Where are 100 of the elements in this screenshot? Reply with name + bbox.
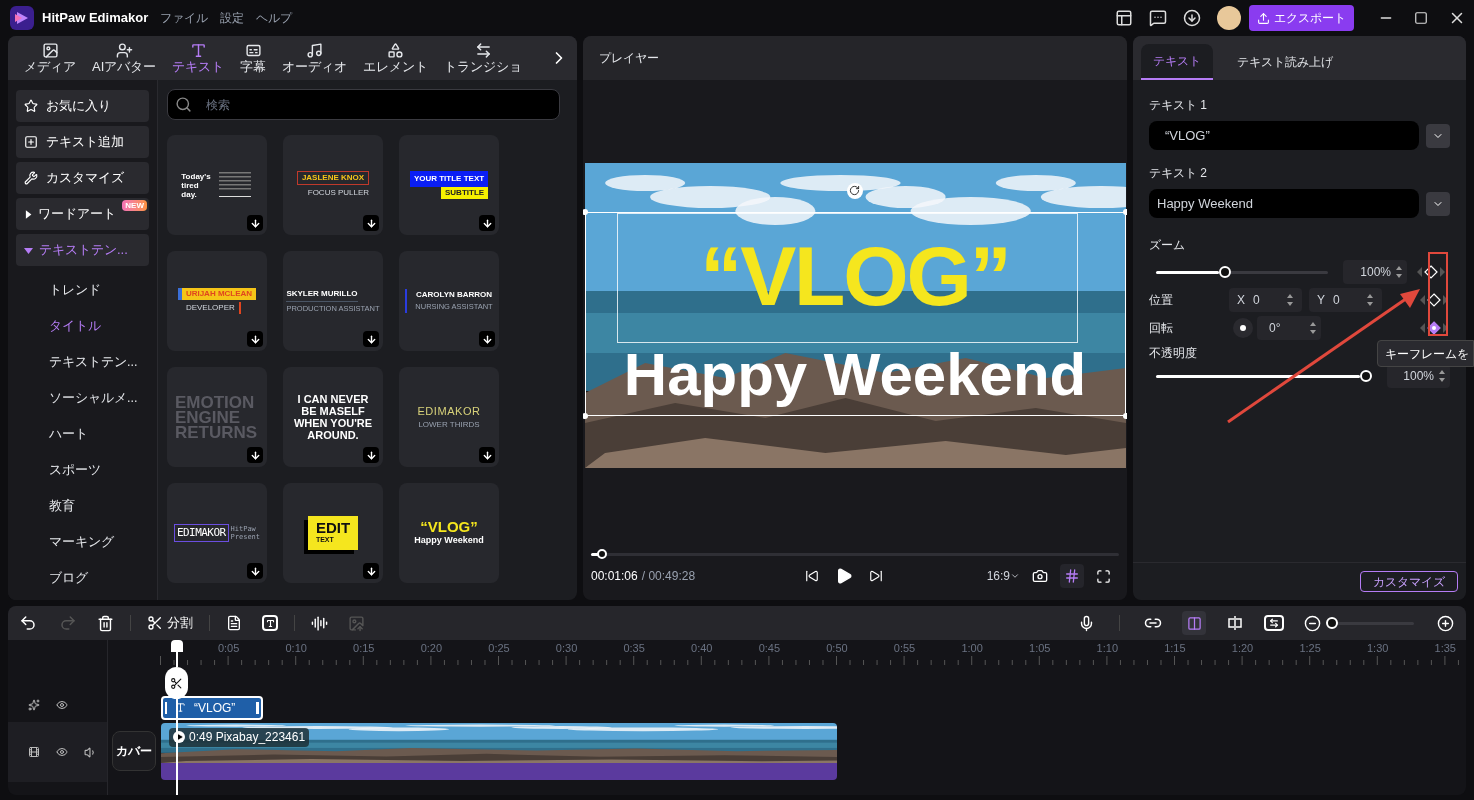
y-field[interactable]: Y 0: [1309, 288, 1382, 312]
menu-item[interactable]: ファイル: [160, 9, 209, 27]
category-item[interactable]: ハート: [8, 416, 157, 452]
stepper-icon[interactable]: [1366, 292, 1374, 308]
resize-handle[interactable]: [1122, 412, 1127, 419]
maximize-icon[interactable]: [1414, 11, 1428, 25]
rotation-field[interactable]: 0°: [1257, 316, 1321, 340]
selection-frame[interactable]: [584, 211, 1126, 416]
zoom-in-icon[interactable]: [1437, 614, 1454, 632]
video-track-icon[interactable]: [28, 746, 40, 758]
next-keyframe-icon[interactable]: [1443, 295, 1448, 305]
template-card[interactable]: YOUR TITLE TEXT SUBTITLE: [399, 135, 499, 235]
grid-button[interactable]: [1060, 564, 1084, 588]
template-card[interactable]: I CAN NEVER BE MASELF WHEN YOU'RE AROUND.: [283, 367, 383, 467]
subtitle-icon[interactable]: [226, 615, 242, 631]
stepper-icon[interactable]: [1395, 264, 1403, 280]
text-clip[interactable]: “VLOG”: [161, 695, 263, 720]
media-tab[interactable]: テキスト: [164, 41, 233, 75]
next-keyframe-icon[interactable]: [1443, 323, 1448, 333]
resize-handle[interactable]: [1122, 208, 1127, 215]
snapshot-icon[interactable]: [1032, 568, 1048, 584]
feedback-icon[interactable]: [1149, 9, 1167, 27]
video-clip[interactable]: 0:49 Pixabay_223461: [161, 722, 837, 780]
text-box-icon[interactable]: [262, 615, 278, 631]
split-button[interactable]: 分割: [147, 613, 193, 633]
category-item[interactable]: ブログ: [8, 560, 157, 596]
sidebar-item[interactable]: テキスト追加: [16, 126, 149, 158]
download-icon[interactable]: [1183, 9, 1201, 27]
aspect-ratio-dropdown[interactable]: 16:9: [986, 567, 1020, 585]
text-field[interactable]: Happy Weekend: [1149, 189, 1420, 218]
media-tab[interactable]: AIアバター: [84, 41, 165, 75]
category-item[interactable]: マーキング: [8, 524, 157, 560]
category-item[interactable]: ソーシャルメ...: [8, 380, 157, 416]
sidebar-group[interactable]: テキストテン...: [16, 234, 149, 266]
media-tab[interactable]: オーディオ: [274, 41, 356, 75]
previous-frame-icon[interactable]: [804, 569, 819, 583]
x-field[interactable]: X 0: [1229, 288, 1302, 312]
audio-wave-icon[interactable]: [311, 614, 328, 632]
fullscreen-icon[interactable]: [1096, 568, 1111, 584]
inspector-tab[interactable]: テキスト: [1141, 44, 1213, 80]
stepper-icon[interactable]: [1438, 368, 1446, 384]
visibility-icon[interactable]: [56, 746, 68, 758]
slider-thumb[interactable]: [1359, 369, 1372, 382]
media-tab[interactable]: エレメント: [355, 41, 437, 75]
slider-thumb[interactable]: [1218, 265, 1231, 278]
rotation-dial[interactable]: [1233, 318, 1253, 338]
category-item[interactable]: 教育: [8, 488, 157, 524]
menu-item[interactable]: ヘルプ: [256, 9, 293, 27]
dropdown-button[interactable]: [1426, 191, 1450, 216]
search-field[interactable]: 検索: [167, 89, 560, 120]
fit-icon[interactable]: [1264, 615, 1284, 631]
media-tab[interactable]: メディア: [16, 41, 84, 75]
next-frame-icon[interactable]: [868, 569, 883, 583]
selection-frame[interactable]: [616, 212, 1078, 343]
export-button[interactable]: エクスポート: [1249, 5, 1354, 31]
media-tab[interactable]: トランジショ: [436, 41, 531, 75]
add-text-icon: [24, 135, 38, 149]
template-card[interactable]: “VLOG” Happy Weekend: [399, 483, 499, 583]
video-subtitle-text[interactable]: Happy Weekend: [623, 344, 1087, 405]
magnet-button[interactable]: [1182, 611, 1206, 635]
dropdown-button[interactable]: [1426, 123, 1450, 148]
sidebar-item[interactable]: お気に入り: [16, 90, 149, 122]
template-card[interactable]: EDIMAKOR LOWER THIRDS: [399, 367, 499, 467]
text-field[interactable]: “VLOG”: [1149, 121, 1420, 150]
zoom-value-field[interactable]: 100%: [1343, 260, 1407, 284]
inspector-tab[interactable]: テキスト読み上げ: [1225, 44, 1345, 80]
sidebar-item[interactable]: カスタマイズ: [16, 162, 149, 194]
template-card[interactable]: URIJAH MCLEAN DEVELOPER: [167, 251, 267, 351]
template-card[interactable]: JASLENE KNOX FOCUS PULLER: [283, 135, 383, 235]
visibility-icon[interactable]: [56, 699, 68, 711]
split-handle[interactable]: [165, 667, 188, 699]
effects-icon[interactable]: [28, 699, 40, 711]
template-card[interactable]: Today's tired day.: [167, 135, 267, 235]
resize-handle[interactable]: [583, 412, 588, 419]
layout-icon[interactable]: [1115, 9, 1133, 27]
menu-item[interactable]: 設定: [220, 9, 245, 27]
microphone-icon[interactable]: [1078, 614, 1095, 632]
split-clip-icon[interactable]: [1226, 616, 1244, 630]
media-tab[interactable]: 字幕: [232, 41, 275, 75]
category-item[interactable]: トレンド: [8, 272, 157, 308]
slider-thumb[interactable]: [1326, 616, 1338, 629]
undo-icon[interactable]: [19, 614, 37, 632]
zoom-out-icon[interactable]: [1304, 614, 1321, 632]
category-item[interactable]: スポーツ: [8, 452, 157, 488]
category-item[interactable]: テキストテン...: [8, 344, 157, 380]
template-title: YOUR TITLE TEXT: [409, 171, 489, 187]
volume-icon[interactable]: [84, 745, 97, 759]
resize-handle[interactable]: [583, 208, 588, 215]
playhead-handle[interactable]: [171, 640, 183, 667]
stepper-icon[interactable]: [1309, 320, 1317, 336]
scissors-icon: [170, 676, 183, 690]
category-item[interactable]: タイトル: [8, 308, 157, 344]
delete-icon[interactable]: [97, 614, 114, 632]
customize-button[interactable]: カスタマイズ: [1360, 571, 1458, 592]
keyframe-diamond-icon[interactable]: [1427, 321, 1441, 335]
stepper-icon[interactable]: [1286, 292, 1294, 308]
cover-button[interactable]: カバー: [112, 731, 156, 771]
avatar[interactable]: [1217, 6, 1241, 30]
sidebar-group[interactable]: ワードアート NEW: [16, 198, 149, 230]
progress-thumb[interactable]: [596, 549, 607, 559]
